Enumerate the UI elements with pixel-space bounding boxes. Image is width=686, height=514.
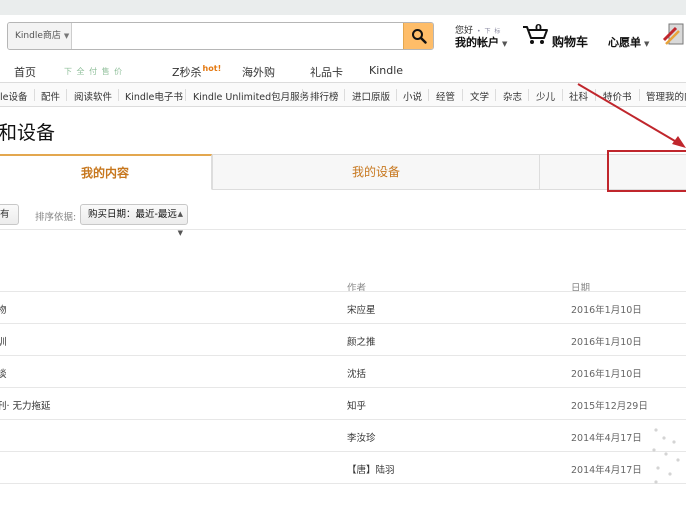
row-date: 2015年12月29日 — [571, 401, 648, 412]
search-button[interactable] — [403, 23, 433, 49]
row-date: 2014年4月17日 — [571, 465, 642, 476]
kindle-subnav: le设备 配件 阅读软件 Kindle电子书 Kindle Unlimited包… — [0, 82, 686, 107]
row-title[interactable]: 刊· 无力拖延 — [0, 398, 51, 412]
subnav-magazines[interactable]: 杂志 — [503, 89, 522, 103]
row-author: 沈括 — [347, 369, 367, 380]
tab-my-devices[interactable]: 我的设备 — [212, 154, 540, 190]
row-date: 2016年1月10日 — [571, 369, 642, 380]
subnav-divider — [185, 89, 186, 101]
subnav-kindle-unlimited[interactable]: Kindle Unlimited包月服务 — [193, 89, 309, 103]
nav-deals[interactable]: 下 全 付 售 价 — [64, 66, 123, 77]
subnav-children[interactable]: 少儿 — [536, 89, 555, 103]
top-strip — [0, 0, 686, 15]
tab-my-content[interactable]: 我的内容 — [0, 154, 212, 190]
row-author: 李汝珍 — [347, 433, 376, 444]
subnav-divider — [66, 89, 67, 101]
row-author: 颜之推 — [347, 337, 376, 348]
subnav-divider — [344, 89, 345, 101]
subnav-divider — [639, 89, 640, 101]
sort-label: 排序依据: — [35, 212, 77, 223]
subnav-discount-books[interactable]: 特价书 — [603, 89, 632, 103]
filter-select[interactable]: 有 — [0, 204, 19, 225]
search-input[interactable] — [73, 23, 403, 49]
wishlist-label: 心愿单 — [608, 36, 641, 49]
subnav-divider — [118, 89, 119, 101]
row-date: 2014年4月17日 — [571, 433, 642, 444]
chevron-down-icon: ▼ — [502, 40, 508, 48]
nav-gift-card[interactable]: 礼品卡 — [310, 64, 343, 80]
row-title[interactable]: 谈 — [0, 366, 7, 380]
row-title[interactable]: 物 — [0, 302, 7, 316]
subnav-divider — [462, 89, 463, 101]
nav-overseas[interactable]: 海外购 — [242, 64, 275, 80]
search-department-dropdown[interactable]: Kindle商店 ▼ — [8, 23, 72, 49]
subnav-divider — [562, 89, 563, 101]
row-author: 知乎 — [347, 401, 367, 412]
subnav-accessories[interactable]: 配件 — [41, 89, 60, 103]
table-row[interactable]: 谈 沈括 2016年1月10日 — [0, 355, 686, 387]
chevron-down-icon: ▼ — [63, 32, 70, 40]
subnav-ebooks[interactable]: Kindle电子书 — [125, 89, 183, 103]
subnav-manage-content[interactable]: 管理我的内 — [646, 89, 686, 103]
subnav-literature[interactable]: 文学 — [470, 89, 489, 103]
subnav-divider — [396, 89, 397, 101]
table-bottom-border — [0, 483, 686, 484]
subnav-divider — [495, 89, 496, 101]
sort-select[interactable]: 购买日期：最近-最远 ▲ ▼ — [80, 204, 188, 237]
search-bar: Kindle商店 ▼ — [7, 22, 434, 50]
search-department-label: Kindle商店 — [15, 31, 61, 41]
table-row[interactable]: 【唐】陆羽 2014年4月17日 — [0, 451, 686, 483]
nav-flash-sale-label: Z秒杀 — [172, 66, 202, 79]
highlight-box — [607, 150, 686, 192]
promo-ribbon-icon[interactable] — [662, 22, 686, 48]
row-author: 宋应星 — [347, 305, 376, 316]
subnav-imported[interactable]: 进口原版 — [352, 89, 390, 103]
subnav-reading-apps[interactable]: 阅读软件 — [74, 89, 112, 103]
watermark-dots-icon — [652, 428, 680, 484]
chevron-down-icon: ▼ — [644, 40, 650, 48]
subnav-divider — [428, 89, 429, 101]
nav-home[interactable]: 首页 — [14, 64, 36, 80]
subnav-divider — [34, 89, 35, 101]
subnav-social-science[interactable]: 社科 — [569, 89, 588, 103]
table-row[interactable]: 物 宋应星 2016年1月10日 — [0, 291, 686, 323]
row-date: 2016年1月10日 — [571, 337, 642, 348]
subnav-fiction[interactable]: 小说 — [403, 89, 422, 103]
subnav-divider — [528, 89, 529, 101]
page-title: 和设备 — [0, 122, 56, 144]
cart-count: 0 — [535, 23, 542, 34]
table-row[interactable]: 刊· 无力拖延 知乎 2015年12月29日 — [0, 387, 686, 419]
subnav-business[interactable]: 经管 — [436, 89, 455, 103]
row-title[interactable]: 训 — [0, 334, 7, 348]
select-arrows-icon: ▲ ▼ — [177, 210, 183, 237]
account-label: 我的帐户 — [455, 36, 499, 49]
sort-select-value: 购买日期：最近-最远 — [88, 209, 177, 220]
hot-badge: hot! — [202, 64, 222, 73]
subnav-divider — [595, 89, 596, 101]
subnav-divider — [302, 89, 303, 101]
row-author: 【唐】陆羽 — [347, 465, 395, 476]
wishlist-menu[interactable]: 心愿单 ▼ — [608, 34, 649, 50]
divider — [0, 229, 686, 230]
nav-kindle[interactable]: Kindle — [369, 64, 403, 77]
cart-link[interactable]: 购物车 — [552, 33, 588, 50]
table-row[interactable]: 李汝珍 2014年4月17日 — [0, 419, 686, 451]
search-icon — [412, 29, 427, 44]
table-row[interactable]: 训 颜之推 2016年1月10日 — [0, 323, 686, 355]
account-menu[interactable]: 我的帐户 ▼ — [455, 34, 507, 50]
subnav-devices[interactable]: le设备 — [0, 89, 27, 103]
subnav-bestsellers[interactable]: 排行榜 — [310, 89, 339, 103]
nav-flash-sale[interactable]: Z秒杀hot! — [172, 64, 221, 80]
row-date: 2016年1月10日 — [571, 305, 642, 316]
